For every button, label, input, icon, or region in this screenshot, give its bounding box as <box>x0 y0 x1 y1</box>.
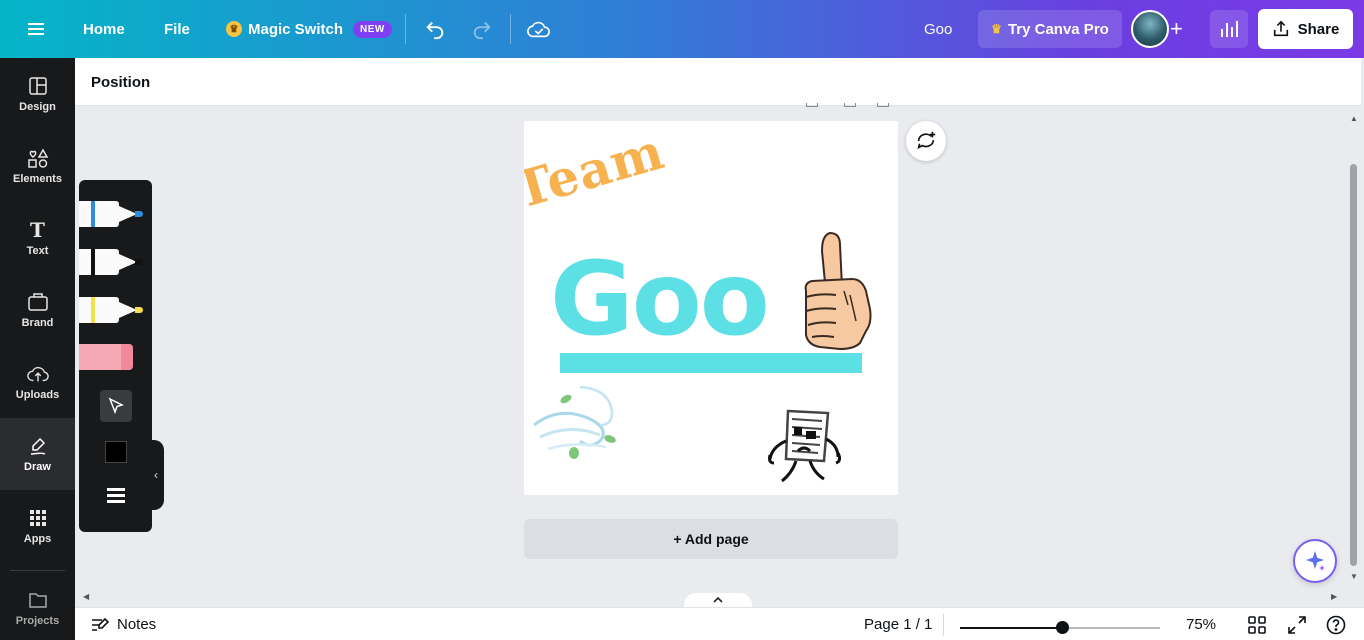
design-canvas[interactable]: Team Goo <box>524 121 898 495</box>
draw-icon <box>27 435 49 457</box>
fullscreen-button[interactable] <box>1285 608 1309 640</box>
sidebar-item-draw[interactable]: Draw <box>0 418 75 490</box>
position-button[interactable]: Position <box>91 58 150 106</box>
magic-switch-label: Magic Switch <box>248 20 344 38</box>
sidebar-item-projects[interactable]: Projects <box>0 572 75 640</box>
cursor-arrow-icon <box>108 397 125 415</box>
menu-icon[interactable] <box>28 0 50 58</box>
new-badge: NEW <box>353 20 392 38</box>
avatar[interactable] <box>1131 10 1169 48</box>
page-indicator[interactable]: Page 1 / 1 <box>864 608 932 640</box>
eraser-tool[interactable] <box>79 344 133 370</box>
sidebar-item-text[interactable]: T Text <box>0 202 75 274</box>
apps-icon <box>27 507 49 529</box>
divider <box>405 14 406 44</box>
thumbs-up-image[interactable] <box>800 231 874 351</box>
help-button[interactable] <box>1324 608 1348 640</box>
sidebar-item-uploads[interactable]: Uploads <box>0 346 75 418</box>
sidebar-item-label: Draw <box>24 461 51 473</box>
scroll-left-arrow-icon[interactable]: ◀ <box>83 592 89 601</box>
sidebar-item-design[interactable]: Design <box>0 58 75 130</box>
grid-view-icon <box>1248 615 1266 634</box>
scroll-up-arrow-icon[interactable]: ▲ <box>1350 114 1358 123</box>
crown-icon: ♛ <box>226 21 242 37</box>
share-button[interactable]: Share <box>1258 9 1353 49</box>
page-control-mark <box>844 103 856 107</box>
undo-button[interactable] <box>423 0 447 58</box>
bottom-bar: Notes Page 1 / 1 75% <box>75 607 1364 640</box>
zoom-slider[interactable] <box>960 621 1160 634</box>
analytics-button[interactable] <box>1210 10 1248 48</box>
home-button[interactable]: Home <box>83 0 125 58</box>
sidebar-item-label: Apps <box>23 533 52 545</box>
paper-character-image[interactable] <box>764 407 844 487</box>
help-icon <box>1326 615 1346 634</box>
divider <box>943 614 944 636</box>
sidebar-item-brand[interactable]: Brand <box>0 274 75 346</box>
sidebar-item-label: Uploads <box>15 389 60 401</box>
zoom-level[interactable]: 75% <box>1186 608 1216 640</box>
uploads-icon <box>26 363 49 385</box>
elements-icon <box>27 147 49 169</box>
scroll-down-arrow-icon[interactable]: ▼ <box>1350 572 1358 581</box>
page-control-mark <box>877 103 889 107</box>
save-status-button[interactable] <box>527 0 551 58</box>
notes-label: Notes <box>117 616 157 633</box>
design-icon <box>27 75 49 97</box>
sidebar-item-label: Design <box>19 101 56 113</box>
magic-assistant-button[interactable] <box>1293 539 1337 583</box>
team-text[interactable]: Team <box>524 121 671 220</box>
grid-view-button[interactable] <box>1245 608 1269 640</box>
add-page-button[interactable]: + Add page <box>524 519 898 559</box>
crown-icon: ♛ <box>991 22 1002 36</box>
document-title[interactable]: Goo <box>924 0 952 58</box>
invite-plus-icon[interactable]: + <box>1170 0 1183 58</box>
collapse-panel-tab[interactable]: ‹ <box>148 440 164 510</box>
show-pages-tab[interactable] <box>684 593 752 607</box>
try-pro-label: Try Canva Pro <box>1007 20 1109 38</box>
sidebar-item-elements[interactable]: Elements <box>0 130 75 202</box>
page-control-mark <box>806 103 818 107</box>
vertical-scrollbar[interactable]: ▲ ▼ <box>1346 106 1362 590</box>
sidebar-item-label: Projects <box>15 615 60 627</box>
sidebar-item-apps[interactable]: Apps <box>0 490 75 562</box>
stroke-color-swatch[interactable] <box>105 441 127 463</box>
projects-icon <box>27 589 49 611</box>
sidebar-item-label: Brand <box>21 317 54 329</box>
draw-tools-panel <box>79 180 152 532</box>
zoom-slider-knob[interactable] <box>1056 621 1069 634</box>
sidebar-item-label: Elements <box>13 173 62 185</box>
redo-icon <box>473 21 491 40</box>
try-canva-pro-button[interactable]: ♛ Try Canva Pro <box>978 10 1122 48</box>
file-menu-button[interactable]: File <box>164 0 190 58</box>
goo-text[interactable]: Goo <box>550 249 770 351</box>
wind-swirl-image[interactable] <box>530 379 622 465</box>
sidebar-item-label: Text <box>26 245 49 257</box>
select-tool[interactable] <box>100 390 132 422</box>
share-upload-icon <box>1273 20 1288 37</box>
scroll-right-arrow-icon[interactable]: ▶ <box>1331 592 1337 601</box>
notes-button[interactable]: Notes <box>91 608 156 640</box>
left-sidebar: Design Elements T Text Brand Uploads Dra… <box>0 58 75 640</box>
stroke-weight-icon[interactable] <box>107 488 125 506</box>
context-toolbar: Position <box>75 58 1361 106</box>
share-label: Share <box>1297 20 1340 38</box>
scrollbar-thumb[interactable] <box>1350 164 1357 566</box>
redo-button[interactable] <box>470 0 494 58</box>
brand-icon <box>27 291 49 313</box>
top-bar: Home File ♛ Magic Switch NEW Goo ♛ Try C… <box>0 0 1364 58</box>
expand-icon <box>1288 615 1306 634</box>
notes-icon <box>92 617 109 631</box>
sparkle-icon <box>1306 551 1325 571</box>
sidebar-divider <box>10 570 65 571</box>
divider <box>510 14 511 44</box>
comment-plus-icon <box>917 131 936 149</box>
text-icon: T <box>30 218 45 242</box>
chevron-up-icon <box>713 596 723 603</box>
magic-switch-button[interactable]: ♛ Magic Switch NEW <box>226 0 392 58</box>
undo-icon <box>426 21 444 40</box>
add-comment-button[interactable] <box>906 121 946 161</box>
cloud-check-icon <box>527 21 550 38</box>
underline-bar-shape[interactable] <box>560 353 862 373</box>
